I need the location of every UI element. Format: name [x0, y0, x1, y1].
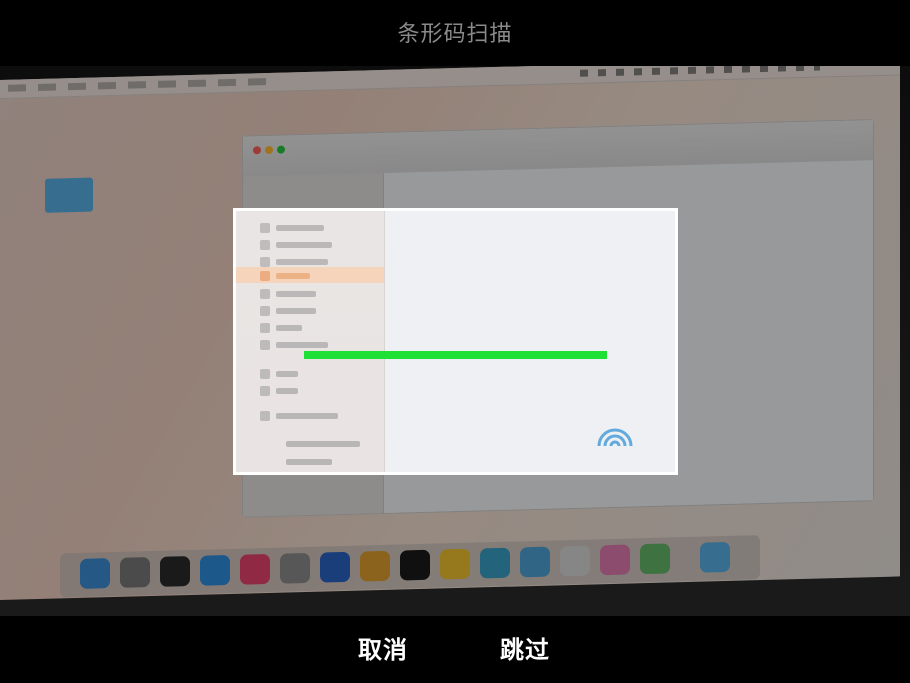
scan-line [304, 351, 607, 359]
bottom-bar: 取消 跳过 [0, 616, 910, 683]
camera-preview [0, 66, 910, 616]
scan-frame [233, 208, 678, 475]
top-bar: 条形码扫描 [0, 0, 910, 66]
barcode-scanner-screen: 条形码扫描 取消 跳过 [0, 0, 910, 683]
cancel-button[interactable]: 取消 [358, 630, 408, 665]
page-title: 条形码扫描 [397, 22, 513, 47]
folder-icon [45, 177, 93, 213]
skip-button[interactable]: 跳过 [500, 630, 550, 665]
